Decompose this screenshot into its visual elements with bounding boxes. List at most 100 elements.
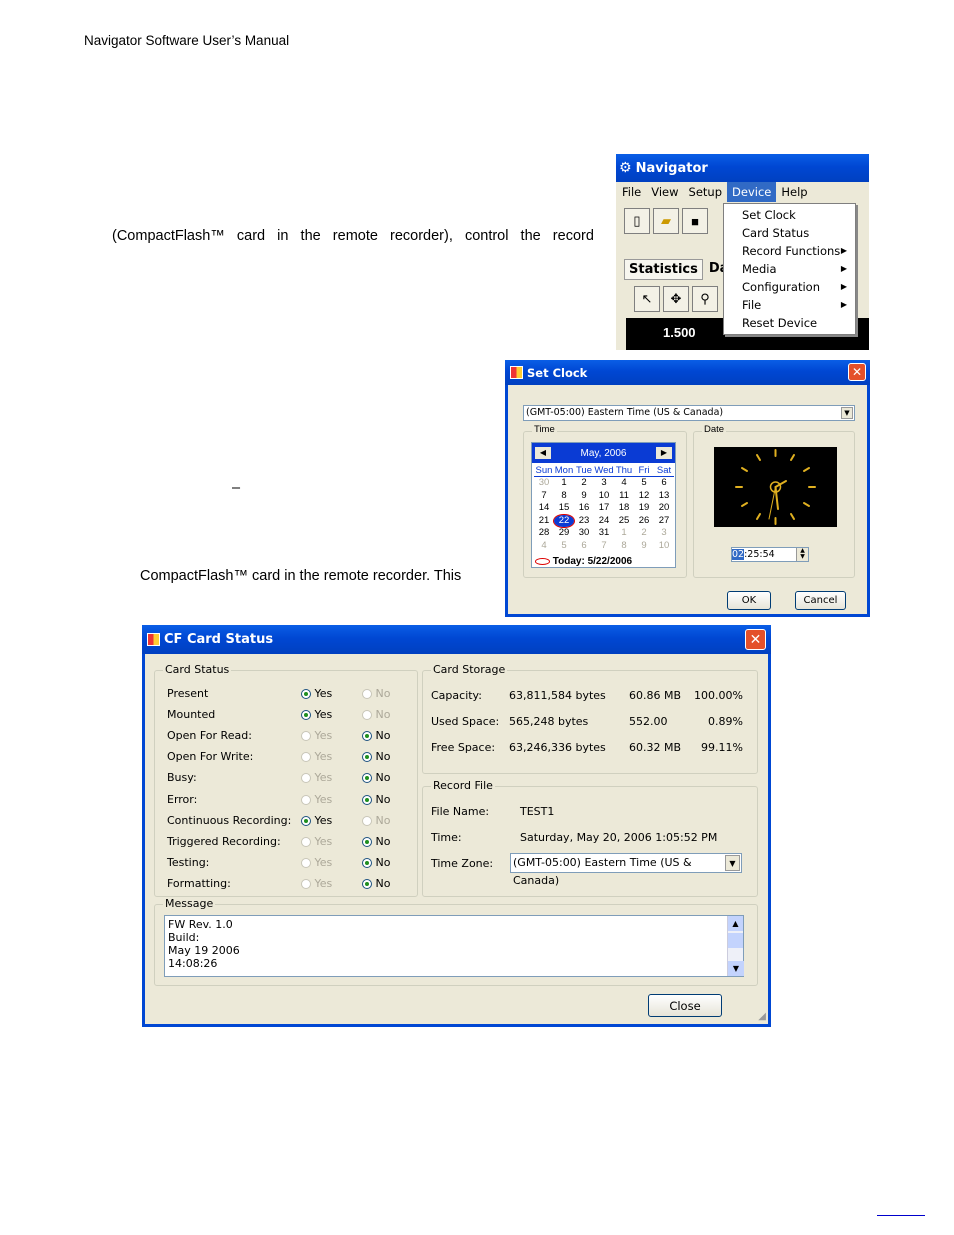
menu-item-reset-device[interactable]: Reset Device [724, 314, 855, 332]
calendar-day[interactable]: 30 [534, 477, 554, 490]
calendar-day[interactable]: 6 [574, 540, 594, 553]
yes-radio[interactable]: Yes [301, 877, 332, 890]
calendar-day[interactable]: 22 [553, 513, 575, 528]
menu-item-card-status[interactable]: Card Status [724, 224, 855, 242]
timezone-select[interactable]: (GMT-05:00) Eastern Time (US & Canada) ▼ [523, 405, 855, 421]
close-icon[interactable]: ✕ [848, 363, 866, 381]
calendar-day[interactable]: 4 [614, 477, 634, 490]
cancel-button[interactable]: Cancel [795, 591, 846, 610]
scroll-up-icon[interactable]: ▲ [728, 916, 743, 931]
calendar-day[interactable]: 16 [574, 502, 594, 515]
open-folder-icon[interactable]: ▰ [653, 208, 679, 234]
calendar-day[interactable]: 15 [554, 502, 574, 515]
new-file-icon[interactable]: ▯ [624, 208, 650, 234]
calendar-day[interactable]: 5 [554, 540, 574, 553]
no-radio[interactable]: No [362, 687, 390, 700]
calendar-day[interactable]: 23 [574, 515, 594, 528]
scrollbar[interactable]: ▲ ▼ [727, 916, 744, 976]
time-spinner-icon[interactable]: ▲ ▼ [796, 548, 808, 561]
calendar-day[interactable]: 13 [654, 490, 674, 503]
menu-item-file[interactable]: File ▶ [724, 296, 855, 314]
calendar-day[interactable]: 17 [594, 502, 614, 515]
no-radio[interactable]: No [362, 793, 390, 806]
menu-item-record-functions[interactable]: Record Functions ▶ [724, 242, 855, 260]
time-input[interactable]: 02:25:54 ▲ ▼ [731, 547, 809, 562]
yes-radio[interactable]: Yes [301, 856, 332, 869]
next-month-icon[interactable]: ▶ [655, 447, 672, 459]
chevron-down-icon[interactable]: ▼ [841, 407, 853, 419]
calendar-day[interactable]: 11 [614, 490, 634, 503]
calendar-day[interactable]: 19 [634, 502, 654, 515]
calendar-day[interactable]: 24 [594, 515, 614, 528]
menu-device[interactable]: Device [727, 182, 777, 202]
calendar-day[interactable]: 7 [594, 540, 614, 553]
scroll-down-icon[interactable]: ▼ [728, 961, 744, 976]
yes-radio[interactable]: Yes [301, 835, 332, 848]
calendar-day[interactable]: 8 [614, 540, 634, 553]
calendar-day[interactable]: 3 [654, 527, 674, 540]
no-radio[interactable]: No [362, 835, 390, 848]
no-radio[interactable]: No [362, 729, 390, 742]
menu-view[interactable]: View [646, 182, 683, 202]
calendar-day[interactable]: 25 [614, 515, 634, 528]
time-zone-select[interactable]: (GMT-05:00) Eastern Time (US & Canada) ▼ [510, 853, 742, 887]
move-icon[interactable]: ✥ [663, 286, 689, 312]
calendar-day[interactable]: 2 [634, 527, 654, 540]
yes-radio[interactable]: Yes [301, 750, 332, 763]
calendar-day[interactable]: 1 [614, 527, 634, 540]
no-radio[interactable]: No [362, 750, 390, 763]
calendar-day[interactable]: 28 [534, 527, 554, 540]
calendar-day[interactable]: 3 [594, 477, 614, 490]
calendar-day[interactable]: 14 [534, 502, 554, 515]
yes-radio[interactable]: Yes [301, 729, 332, 742]
yes-radio[interactable]: Yes [301, 814, 332, 827]
calendar-day[interactable]: 29 [554, 527, 574, 540]
menu-help[interactable]: Help [776, 182, 812, 202]
calendar-day[interactable]: 4 [534, 540, 554, 553]
menu-item-configuration[interactable]: Configuration ▶ [724, 278, 855, 296]
menu-setup[interactable]: Setup [684, 182, 727, 202]
calendar-day[interactable]: 26 [634, 515, 654, 528]
calendar-day[interactable]: 21 [534, 515, 554, 528]
menu-file[interactable]: File [617, 182, 646, 202]
yes-radio[interactable]: Yes [301, 793, 332, 806]
prev-month-icon[interactable]: ◀ [535, 447, 551, 459]
message-textarea[interactable]: FW Rev. 1.0 Build: May 19 2006 14:08:26 … [164, 915, 744, 977]
calendar-day[interactable]: 1 [554, 477, 574, 490]
chevron-down-icon[interactable]: ▼ [725, 855, 740, 871]
menu-item-set-clock[interactable]: Set Clock [724, 206, 855, 224]
calendar-day[interactable]: 18 [614, 502, 634, 515]
yes-radio[interactable]: Yes [301, 771, 332, 784]
calendar-day[interactable]: 7 [534, 490, 554, 503]
calendar-day[interactable]: 9 [634, 540, 654, 553]
resize-grip-icon[interactable]: ◢ [758, 1011, 766, 1022]
menu-item-media[interactable]: Media ▶ [724, 260, 855, 278]
no-radio[interactable]: No [362, 708, 390, 721]
close-icon[interactable]: ✕ [745, 629, 766, 650]
pointer-icon[interactable]: ↖ [634, 286, 660, 312]
no-radio[interactable]: No [362, 877, 390, 890]
calendar-day[interactable]: 2 [574, 477, 594, 490]
calendar-day[interactable]: 10 [654, 540, 674, 553]
save-icon[interactable]: ■ [682, 208, 708, 234]
calendar-day[interactable]: 6 [654, 477, 674, 490]
zoom-icon[interactable]: ⚲ [692, 286, 718, 312]
calendar-day[interactable]: 10 [594, 490, 614, 503]
yes-radio[interactable]: Yes [301, 687, 332, 700]
calendar-day[interactable]: 9 [574, 490, 594, 503]
calendar-today[interactable]: Today: 5/22/2006 [535, 556, 632, 567]
calendar-day[interactable]: 8 [554, 490, 574, 503]
no-radio[interactable]: No [362, 814, 390, 827]
calendar-day[interactable]: 27 [654, 515, 674, 528]
calendar-day[interactable]: 12 [634, 490, 654, 503]
calendar-day[interactable]: 30 [574, 527, 594, 540]
ok-button[interactable]: OK [727, 591, 771, 610]
calendar-day[interactable]: 20 [654, 502, 674, 515]
calendar-day[interactable]: 5 [634, 477, 654, 490]
yes-radio[interactable]: Yes [301, 708, 332, 721]
calendar-day[interactable]: 31 [594, 527, 614, 540]
close-button[interactable]: Close [648, 994, 722, 1017]
tab-statistics[interactable]: Statistics [624, 259, 703, 280]
footer-link-underline[interactable] [877, 1215, 925, 1216]
no-radio[interactable]: No [362, 856, 390, 869]
